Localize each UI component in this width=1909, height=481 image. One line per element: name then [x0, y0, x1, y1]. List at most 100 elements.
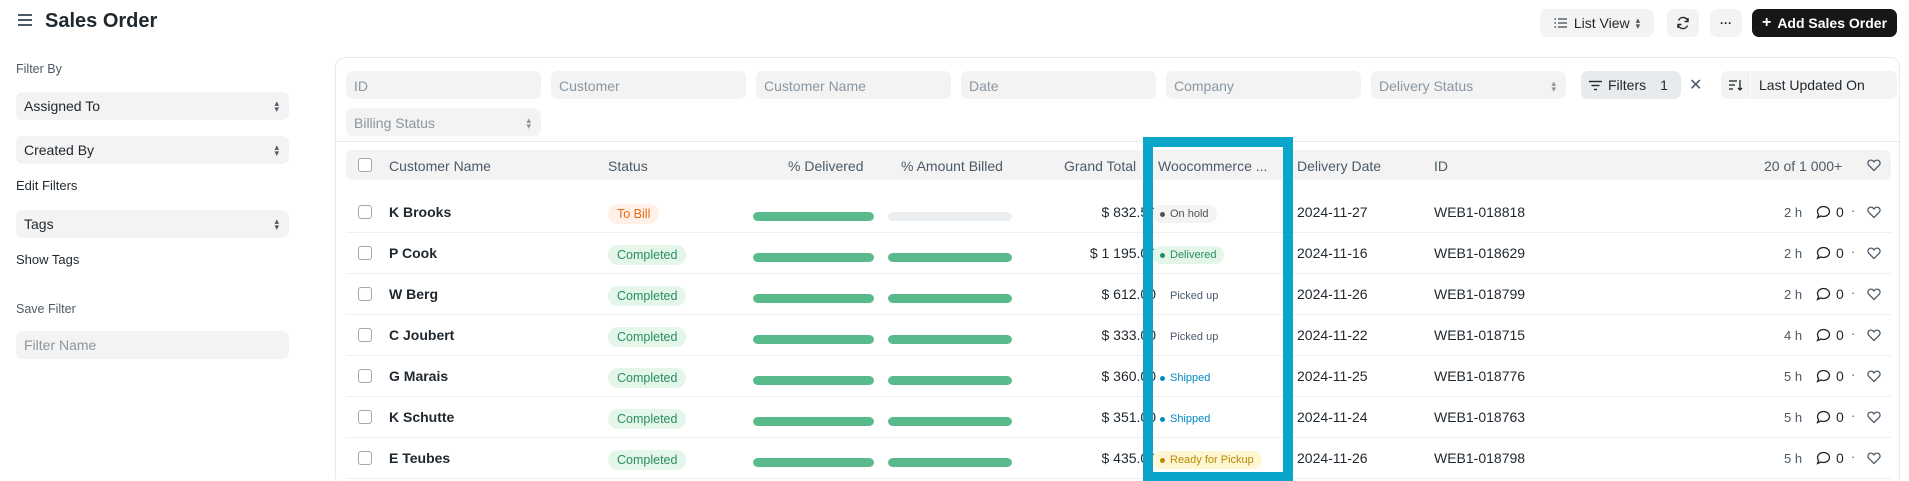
order-id: WEB1-018799	[1434, 286, 1526, 302]
filter-id[interactable]: ID	[346, 71, 541, 99]
row-checkbox[interactable]	[358, 410, 372, 424]
tags-select[interactable]: Tags ▴ ▾	[16, 210, 289, 238]
separator-dot: ·	[1851, 408, 1856, 423]
comment-icon[interactable]	[1816, 205, 1831, 219]
filter-billing-status[interactable]: Billing Status ▴ ▾	[346, 108, 541, 136]
list-view-button[interactable]: List View ▴ ▾	[1540, 9, 1654, 37]
col-id[interactable]: ID	[1434, 158, 1448, 174]
status-badge: Completed	[608, 450, 687, 470]
sort-field-label[interactable]: Last Updated On	[1751, 77, 1865, 93]
table-row[interactable]: G Marais Completed $ 360.00 Shipped 2024-11-…	[346, 356, 1891, 397]
comment-icon[interactable]	[1816, 410, 1831, 424]
customer-name[interactable]: G Marais	[389, 368, 448, 384]
add-sales-order-label: Add Sales Order	[1777, 15, 1888, 31]
comment-icon[interactable]	[1816, 287, 1831, 301]
customer-name[interactable]: C Joubert	[389, 327, 454, 343]
modified-ago: 5 h	[1784, 369, 1803, 384]
select-all-checkbox[interactable]	[358, 158, 372, 172]
page-header: Sales Order List View ▴ ▾ ··· + Add Sales…	[0, 0, 1909, 46]
refresh-button[interactable]	[1667, 9, 1699, 37]
billed-progress-bar	[888, 417, 1012, 426]
customer-name[interactable]: W Berg	[389, 286, 438, 302]
heart-icon[interactable]	[1867, 205, 1881, 219]
more-options-button[interactable]: ···	[1710, 9, 1742, 37]
table-row[interactable]: P Cook Completed $ 1 195.00 Delivered 2024-1…	[346, 233, 1891, 274]
table-row[interactable]: C Joubert Completed $ 333.00 Picked up 2024-…	[346, 315, 1891, 356]
table-row[interactable]: E Teubes Completed $ 435.00 Ready for Picku…	[346, 438, 1891, 479]
filter-name-input[interactable]	[16, 331, 289, 359]
heart-icon[interactable]	[1867, 410, 1881, 424]
table-row[interactable]: K Schutte Completed $ 351.00 Shipped 2024-11…	[346, 397, 1891, 438]
order-id: WEB1-018715	[1434, 327, 1526, 343]
list-panel: ID Customer Customer Name Date Company D…	[335, 57, 1901, 481]
customer-name[interactable]: P Cook	[389, 245, 437, 261]
assigned-to-select[interactable]: Assigned To ▴ ▾	[16, 92, 289, 120]
delivery-date: 2024-11-16	[1297, 245, 1368, 261]
billed-progress-bar	[888, 376, 1012, 385]
row-count: 20 of 1 000+	[1764, 158, 1843, 174]
heart-icon[interactable]	[1867, 369, 1881, 383]
billed-progress-bar	[888, 458, 1012, 467]
row-checkbox[interactable]	[358, 246, 372, 260]
modified-ago: 2 h	[1784, 246, 1803, 261]
filter-customer-name[interactable]: Customer Name	[756, 71, 951, 99]
comment-icon[interactable]	[1816, 328, 1831, 342]
created-by-select[interactable]: Created By ▴ ▾	[16, 136, 289, 164]
delivery-date: 2024-11-25	[1297, 368, 1368, 384]
row-checkbox[interactable]	[358, 328, 372, 342]
filter-customer[interactable]: Customer	[551, 71, 746, 99]
modified-ago: 4 h	[1784, 328, 1803, 343]
table-row[interactable]: W Berg Completed $ 612.00 Picked up 2024-11-…	[346, 274, 1891, 315]
sort-control[interactable]: Last Updated On	[1721, 71, 1897, 99]
edit-filters-link[interactable]: Edit Filters	[16, 178, 77, 193]
comment-count: 0	[1836, 368, 1844, 384]
ellipsis-icon: ···	[1720, 16, 1732, 30]
modified-ago: 5 h	[1784, 451, 1803, 466]
show-tags-link[interactable]: Show Tags	[16, 252, 79, 267]
filter-company[interactable]: Company	[1166, 71, 1361, 99]
filter-delivery-status[interactable]: Delivery Status ▴ ▾	[1371, 71, 1566, 99]
row-checkbox[interactable]	[358, 369, 372, 383]
col-delivery-date[interactable]: Delivery Date	[1297, 158, 1381, 174]
heart-icon[interactable]	[1867, 246, 1881, 260]
comment-count: 0	[1836, 327, 1844, 343]
filter-date[interactable]: Date	[961, 71, 1156, 99]
heart-icon[interactable]	[1867, 287, 1881, 301]
col-customer-name[interactable]: Customer Name	[389, 158, 491, 174]
filters-button[interactable]: Filters 1	[1581, 71, 1681, 99]
col-grand-total[interactable]: Grand Total	[1064, 158, 1136, 174]
order-id: WEB1-018776	[1434, 368, 1526, 384]
separator-dot: ·	[1851, 449, 1856, 464]
billed-progress-bar	[888, 212, 1012, 221]
sort-order-icon[interactable]	[1721, 71, 1751, 99]
col-pct-delivered[interactable]: % Delivered	[788, 158, 863, 174]
delivery-status-label: Delivery Status	[1379, 78, 1474, 94]
list-icon	[1554, 18, 1567, 28]
comment-count: 0	[1836, 204, 1844, 220]
heart-icon[interactable]	[1867, 158, 1881, 172]
delivered-progress-bar	[753, 417, 874, 426]
delivery-date: 2024-11-26	[1297, 450, 1368, 466]
order-id: WEB1-018818	[1434, 204, 1526, 220]
heart-icon[interactable]	[1867, 328, 1881, 342]
hamburger-menu-icon[interactable]	[18, 14, 32, 28]
customer-name[interactable]: K Brooks	[389, 204, 451, 220]
col-status[interactable]: Status	[608, 158, 648, 174]
customer-name[interactable]: K Schutte	[389, 409, 454, 425]
save-filter-label: Save Filter	[16, 302, 76, 316]
col-pct-billed[interactable]: % Amount Billed	[901, 158, 1003, 174]
comment-icon[interactable]	[1816, 369, 1831, 383]
row-checkbox[interactable]	[358, 451, 372, 465]
add-sales-order-button[interactable]: + Add Sales Order	[1752, 9, 1897, 37]
clear-filters-icon[interactable]: ✕	[1689, 75, 1702, 95]
customer-name[interactable]: E Teubes	[389, 450, 450, 466]
comment-icon[interactable]	[1816, 451, 1831, 465]
table-row[interactable]: K Brooks To Bill $ 832.50 On hold 2024-11-27…	[346, 192, 1891, 233]
row-checkbox[interactable]	[358, 205, 372, 219]
order-id: WEB1-018798	[1434, 450, 1526, 466]
row-checkbox[interactable]	[358, 287, 372, 301]
comment-icon[interactable]	[1816, 246, 1831, 260]
delivered-progress-bar	[753, 376, 874, 385]
heart-icon[interactable]	[1867, 451, 1881, 465]
status-badge: Completed	[608, 409, 687, 429]
